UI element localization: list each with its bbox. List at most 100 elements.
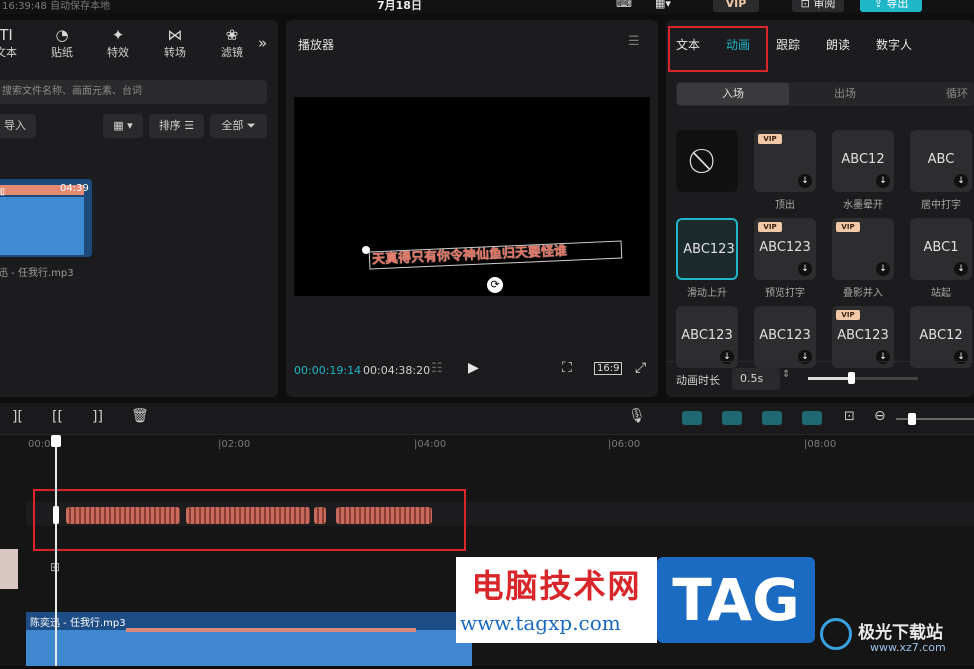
download-icon[interactable]: ↓ bbox=[954, 174, 968, 188]
player-panel: 播放器 ☰ 天真得只有你令神仙鱼归天要怪谁 ⟳ 00:00:19:14 00:0… bbox=[286, 20, 658, 397]
watermark-cn: 电脑技术网 bbox=[471, 567, 642, 605]
snap-icon[interactable] bbox=[722, 411, 742, 425]
tool-transition[interactable]: ⋈ 转场 bbox=[155, 26, 195, 60]
view-mode-icon[interactable]: ▦ ▾ bbox=[103, 114, 143, 138]
card-label: 预览打字 bbox=[765, 288, 805, 299]
clip-left-handle[interactable] bbox=[53, 506, 59, 524]
clip-duration: 04:39 bbox=[60, 183, 89, 194]
linkage-icon[interactable] bbox=[762, 411, 782, 425]
animation-card[interactable]: ABC123 ↓ bbox=[676, 306, 738, 368]
microphone-icon[interactable]: 🎙 bbox=[628, 408, 646, 424]
menu-icon[interactable]: ☰ bbox=[628, 34, 640, 49]
watermark-banner: 电脑技术网 www.tagxp.com bbox=[456, 557, 657, 643]
sort-icon: ☰ bbox=[180, 119, 195, 132]
tool-effects[interactable]: ✦ 特效 bbox=[98, 26, 138, 60]
slider-handle[interactable] bbox=[848, 372, 855, 384]
duration-slider[interactable] bbox=[808, 372, 918, 384]
tool-text[interactable]: TI 文本 bbox=[0, 26, 26, 60]
card-preview: ABC1 bbox=[923, 240, 959, 255]
watermark-site-url: www.xz7.com bbox=[870, 641, 946, 654]
tool-sticker[interactable]: ◔ 贴纸 bbox=[42, 26, 82, 60]
video-thumbnail[interactable] bbox=[0, 549, 18, 589]
keyboard-icon[interactable]: ⌨ bbox=[612, 0, 636, 12]
animation-card[interactable]: ABC12 ↓ bbox=[910, 306, 972, 368]
sort-button[interactable]: 排序 ☰ bbox=[149, 114, 204, 138]
player-title: 播放器 bbox=[298, 38, 335, 52]
card-preview: ABC123 bbox=[759, 328, 811, 343]
audio-track-clip[interactable]: 陈奕迅 - 任我行.mp3 bbox=[26, 612, 472, 666]
playhead[interactable] bbox=[55, 436, 57, 666]
preview-axis-icon[interactable] bbox=[802, 411, 822, 425]
split-left-icon[interactable]: [[ bbox=[52, 409, 63, 425]
filter-all-button[interactable]: 全部 ⏷ bbox=[210, 114, 267, 138]
animation-card[interactable]: VIP ↓ bbox=[754, 130, 816, 192]
slider-fill bbox=[808, 377, 850, 380]
rotate-icon[interactable]: ⟳ bbox=[487, 277, 503, 293]
timeline-grid-icon[interactable]: ☷ bbox=[431, 361, 443, 376]
segment-loop[interactable]: 循环 bbox=[946, 83, 968, 105]
subtitle-text[interactable]: 天真得只有你令神仙鱼归天要怪谁 bbox=[368, 240, 623, 270]
fullscreen-icon[interactable]: ⤢ bbox=[635, 360, 646, 376]
animation-card[interactable]: ⃠ bbox=[676, 130, 738, 192]
vip-button[interactable]: VIP bbox=[713, 0, 759, 12]
review-icon: ⊡ bbox=[800, 0, 814, 10]
animation-card[interactable]: ABC123 VIP ↓ bbox=[754, 218, 816, 280]
tab-digital-human[interactable]: 数字人 bbox=[876, 36, 912, 53]
zoom-out-icon[interactable]: ⊖ bbox=[874, 408, 886, 424]
search-input[interactable]: 搜索文件名称、画面元素、台词 bbox=[0, 80, 267, 104]
video-preview[interactable]: 天真得只有你令神仙鱼归天要怪谁 ⟳ bbox=[294, 97, 650, 296]
ratio-button[interactable]: 16:9 bbox=[594, 362, 623, 375]
media-clip-thumbnail[interactable]: 加 04:39 bbox=[0, 179, 92, 257]
split-right-icon[interactable]: ]] bbox=[92, 409, 103, 425]
download-icon[interactable]: ↓ bbox=[954, 262, 968, 276]
playhead-handle[interactable] bbox=[51, 435, 61, 447]
segment-in[interactable]: 入场 bbox=[677, 83, 789, 105]
link-icon[interactable] bbox=[682, 411, 702, 425]
tab-tracking[interactable]: 跟踪 bbox=[776, 36, 800, 53]
animation-card[interactable]: ABC ↓ bbox=[910, 130, 972, 192]
import-button[interactable]: 导入 bbox=[0, 114, 36, 138]
animation-card[interactable]: VIP ↓ bbox=[832, 218, 894, 280]
title-bar: 16:39:48 自动保存本地 7月18日 ⌨ ▦▾ VIP ⊡ 审阅 ⇪ 导出 bbox=[0, 0, 974, 14]
download-icon[interactable]: ↓ bbox=[876, 174, 890, 188]
stepper-icon[interactable]: ⇕ bbox=[782, 369, 790, 380]
split-icon[interactable]: ][ bbox=[12, 409, 23, 425]
export-button[interactable]: ⇪ 导出 bbox=[860, 0, 922, 12]
project-title: 7月18日 bbox=[377, 0, 422, 12]
vip-badge: VIP bbox=[758, 222, 782, 232]
card-label: 水墨晕开 bbox=[843, 200, 883, 211]
properties-panel: 文本 动画 跟踪 朗读 数字人 入场 出场 循环 ⃠VIP↓顶出ABC12↓水墨… bbox=[666, 20, 974, 397]
duration-input[interactable]: 0.5s bbox=[732, 368, 780, 390]
sticker-icon: ◔ bbox=[55, 26, 69, 44]
review-button[interactable]: ⊡ 审阅 bbox=[792, 0, 844, 12]
text-icon: TI bbox=[0, 26, 13, 44]
clip-name: 迅 - 任我行.mp3 bbox=[0, 268, 74, 279]
download-icon[interactable]: ↓ bbox=[876, 262, 890, 276]
delete-icon[interactable]: 🗑 bbox=[131, 408, 149, 424]
animation-card[interactable]: ABC123 VIP ↓ bbox=[832, 306, 894, 368]
watermark-site: 极光下载站 bbox=[858, 623, 943, 643]
watermark-tag-logo: TAG bbox=[657, 557, 815, 643]
ruler-tick: |04:00 bbox=[414, 439, 447, 450]
download-icon[interactable]: ↓ bbox=[798, 174, 812, 188]
segment-out[interactable]: 出场 bbox=[834, 83, 856, 105]
download-icon[interactable]: ↓ bbox=[798, 262, 812, 276]
fullscreen-crop-icon[interactable]: ⛶ bbox=[562, 360, 572, 376]
duration-label: 动画时长 bbox=[676, 374, 720, 387]
animation-card[interactable]: ABC1 ↓ bbox=[910, 218, 972, 280]
card-preview: ABC123 bbox=[683, 242, 735, 257]
ruler-tick: |06:00 bbox=[608, 439, 641, 450]
vip-badge: VIP bbox=[836, 222, 860, 232]
more-tools-icon[interactable]: » bbox=[258, 34, 267, 52]
play-icon[interactable]: ▶ bbox=[468, 360, 479, 376]
ruler-tick: |02:00 bbox=[218, 439, 251, 450]
zoom-handle[interactable] bbox=[908, 413, 916, 425]
animation-card[interactable]: ABC123 bbox=[676, 218, 738, 280]
layout-icon[interactable]: ▦▾ bbox=[648, 0, 678, 12]
caption-icon[interactable]: ⊡ bbox=[844, 409, 855, 424]
tab-read-aloud[interactable]: 朗读 bbox=[826, 36, 850, 53]
tool-filter[interactable]: ❀ 滤镜 bbox=[212, 26, 252, 60]
animation-card[interactable]: ABC12 ↓ bbox=[832, 130, 894, 192]
card-label: 居中打字 bbox=[921, 200, 961, 211]
animation-card[interactable]: ABC123 ↓ bbox=[754, 306, 816, 368]
